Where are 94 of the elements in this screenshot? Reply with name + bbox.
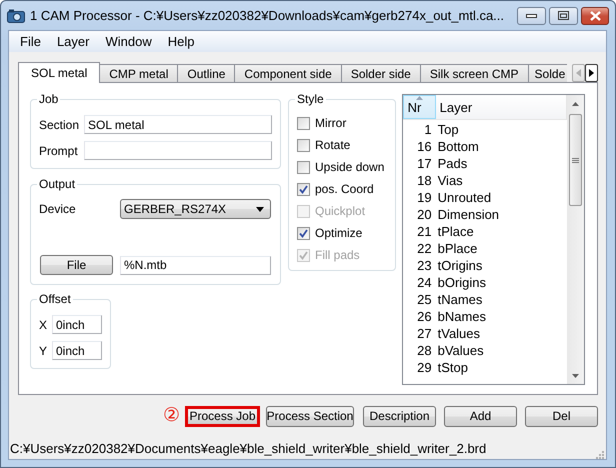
layer-number: 20 xyxy=(416,207,433,222)
layer-name[interactable]: Top xyxy=(438,122,459,137)
action-button[interactable]: Process Section xyxy=(266,406,354,426)
field-label: X xyxy=(39,318,48,332)
input-field[interactable]: 0inch xyxy=(52,341,102,360)
status-text: C:¥Users¥zz020382¥Documents¥eagle¥ble_shield_writer¥ble_shield_writer_2.brd xyxy=(10,440,486,456)
close-button[interactable] xyxy=(581,6,609,24)
layer-name[interactable]: tPlace xyxy=(438,224,474,239)
layer-name[interactable]: tValues xyxy=(438,326,480,341)
sort-arrow-icon xyxy=(416,96,423,100)
field-label: Section xyxy=(39,118,80,132)
input-field[interactable]: SOL metal xyxy=(84,115,272,134)
action-button[interactable]: Add xyxy=(444,406,517,426)
layer-number: 23 xyxy=(416,258,433,273)
close-icon xyxy=(590,10,600,20)
field-label: Y xyxy=(39,344,48,358)
camera-icon xyxy=(7,8,25,22)
tab[interactable]: Solder side xyxy=(340,64,421,82)
file-button[interactable]: File xyxy=(40,255,113,275)
layer-number: 18 xyxy=(416,173,433,188)
layer-name[interactable]: Bottom xyxy=(438,139,479,154)
tab[interactable]: Component side xyxy=(234,64,342,82)
field-label: Prompt xyxy=(39,144,79,158)
layer-number: 27 xyxy=(416,326,433,341)
caret-icon xyxy=(256,206,264,212)
scroll-down-icon[interactable] xyxy=(572,374,579,378)
left-arrow-icon xyxy=(576,69,581,77)
resize-grip-icon[interactable] xyxy=(596,451,604,459)
layer-name[interactable]: bNames xyxy=(438,309,486,324)
layer-name[interactable]: Pads xyxy=(438,156,468,171)
scrollbar[interactable] xyxy=(567,95,584,384)
menu-item[interactable]: Window xyxy=(97,31,160,52)
action-button[interactable]: Del xyxy=(525,406,598,426)
action-button[interactable]: Process Job xyxy=(185,406,260,426)
maximize-button[interactable] xyxy=(549,6,578,24)
tab[interactable]: Solde xyxy=(528,64,568,82)
group-title: Offset xyxy=(39,292,71,306)
scroll-up-icon[interactable] xyxy=(572,102,579,106)
action-button[interactable]: Description xyxy=(363,406,436,426)
device-dropdown[interactable]: GERBER_RS274X xyxy=(120,199,271,219)
group-title: Output xyxy=(39,177,76,191)
layer-number: 24 xyxy=(416,275,433,290)
grip-icon xyxy=(572,158,579,162)
layer-name[interactable]: tOrigins xyxy=(438,258,482,273)
group-title: Job xyxy=(39,92,58,106)
input-field[interactable]: 0inch xyxy=(52,315,102,334)
minimize-icon xyxy=(526,14,537,18)
layer-number: 16 xyxy=(416,139,433,154)
checkbox-label[interactable]: pos. Coord xyxy=(315,182,374,196)
menu-item[interactable]: Layer xyxy=(48,31,98,52)
tab[interactable]: CMP metal xyxy=(99,64,178,82)
tab[interactable]: Outline xyxy=(177,64,236,82)
layer-number: 21 xyxy=(416,224,433,239)
column-header[interactable]: Layer xyxy=(436,95,567,119)
checkbox[interactable] xyxy=(297,226,310,240)
layer-name[interactable]: Unrouted xyxy=(438,190,492,205)
checkbox[interactable] xyxy=(297,138,310,152)
window-title: 1 CAM Processor - C:¥Users¥zz020382¥Downloads¥cam¥gerb274x_out_mtl.ca... xyxy=(30,8,506,23)
checkbox-label[interactable]: Optimize xyxy=(315,226,362,240)
field-label: Device xyxy=(39,202,77,216)
layer-name[interactable]: Vias xyxy=(438,173,463,188)
layer-number: 25 xyxy=(416,292,433,307)
checkbox[interactable] xyxy=(297,116,310,130)
checkbox-label[interactable]: Upside down xyxy=(315,160,384,174)
menu-item[interactable]: File xyxy=(12,31,49,52)
maximize-icon xyxy=(558,11,569,20)
right-arrow-icon xyxy=(589,69,594,77)
tab[interactable]: SOL metal xyxy=(18,62,100,83)
layer-number: 19 xyxy=(416,190,433,205)
column-header[interactable]: Nr xyxy=(402,95,436,119)
input-field[interactable] xyxy=(84,141,272,160)
layer-number: 22 xyxy=(416,241,433,256)
step-marker: ② xyxy=(163,405,180,427)
input-field[interactable]: %N.mtb xyxy=(120,256,271,274)
layer-number: 17 xyxy=(416,156,433,171)
layer-name[interactable]: tNames xyxy=(438,292,482,307)
tab[interactable]: Silk screen CMP xyxy=(420,64,529,82)
checkbox[interactable] xyxy=(297,160,310,174)
layer-number: 26 xyxy=(416,309,433,324)
layer-name[interactable]: bPlace xyxy=(438,241,478,256)
group-title: Style xyxy=(297,92,324,106)
layer-number: 29 xyxy=(416,360,433,375)
layer-name[interactable]: bOrigins xyxy=(438,275,486,290)
layer-number: 28 xyxy=(416,343,433,358)
layer-name[interactable]: Dimension xyxy=(438,207,500,222)
layer-name[interactable]: tStop xyxy=(438,360,468,375)
checkbox-label[interactable]: Rotate xyxy=(315,138,350,152)
minimize-button[interactable] xyxy=(517,6,546,24)
scroll-right-button[interactable] xyxy=(585,64,598,82)
checkbox[interactable] xyxy=(297,182,310,196)
layer-name[interactable]: bValues xyxy=(438,343,484,358)
checkbox-label[interactable]: Mirror xyxy=(315,116,346,130)
layer-number: 1 xyxy=(423,122,433,137)
menu-item[interactable]: Help xyxy=(160,31,202,52)
